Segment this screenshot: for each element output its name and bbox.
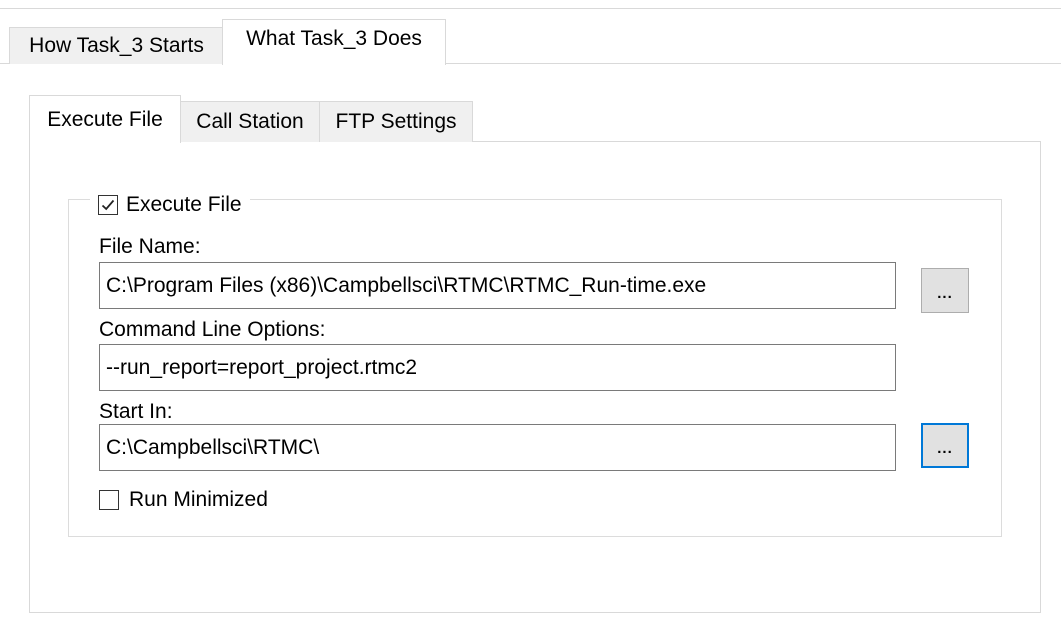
command-line-label: Command Line Options: (99, 318, 326, 341)
run-minimized-label: Run Minimized (129, 488, 268, 511)
start-in-field[interactable]: C:\Campbellsci\RTMC\ (99, 424, 896, 471)
file-name-label: File Name: (99, 235, 201, 258)
file-name-browse-button[interactable]: ... (921, 268, 969, 313)
run-minimized-checkbox[interactable] (99, 490, 119, 510)
tab-call-station[interactable]: Call Station (181, 101, 320, 142)
execute-file-checkbox-label: Execute File (126, 193, 242, 216)
task-settings-dialog: How Task_3 Starts What Task_3 Does Execu… (0, 0, 1061, 618)
file-name-field[interactable]: C:\Program Files (x86)\Campbellsci\RTMC\… (99, 262, 896, 309)
checkmark-icon (101, 199, 115, 211)
tab-how-task-starts-label: How Task_3 Starts (29, 34, 204, 57)
command-line-field[interactable]: --run_report=report_project.rtmc2 (99, 344, 896, 391)
tab-what-task-does[interactable]: What Task_3 Does (222, 19, 446, 65)
execute-file-checkbox[interactable] (98, 195, 118, 215)
tab-call-station-label: Call Station (196, 110, 304, 133)
execute-file-legend: Execute File (90, 186, 250, 224)
outer-tab-strip: How Task_3 Starts What Task_3 Does (0, 0, 1061, 70)
tab-ftp-settings-label: FTP Settings (335, 110, 457, 133)
start-in-label: Start In: (99, 400, 173, 423)
tab-how-task-starts[interactable]: How Task_3 Starts (9, 27, 223, 64)
tab-ftp-settings[interactable]: FTP Settings (320, 101, 473, 142)
start-in-browse-button[interactable]: ... (921, 423, 969, 468)
run-minimized-option: Run Minimized (99, 486, 268, 514)
tab-execute-file-label: Execute File (47, 107, 163, 131)
tab-execute-file[interactable]: Execute File (29, 95, 181, 143)
tab-what-task-does-label: What Task_3 Does (246, 26, 422, 50)
